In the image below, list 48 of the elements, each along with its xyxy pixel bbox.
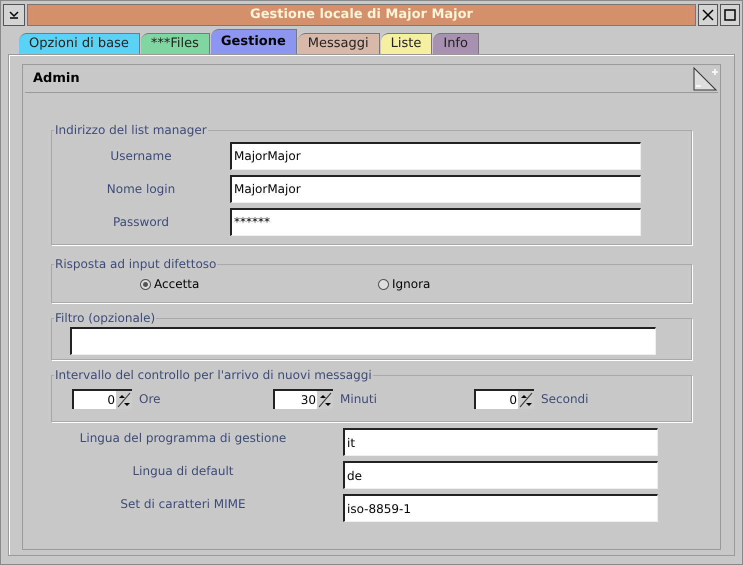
field-label: Username xyxy=(109,148,173,164)
group-label: Risposta ad input difettoso xyxy=(54,256,218,273)
filter-field[interactable] xyxy=(70,327,656,355)
menu-button[interactable] xyxy=(3,4,25,26)
setting-label: Set di caratteri MIME xyxy=(119,496,247,513)
spinner-arrows-icon[interactable] xyxy=(518,391,534,409)
unit-label: Ore xyxy=(139,391,160,408)
tab[interactable]: Messaggi xyxy=(298,33,380,54)
spinner-arrows-icon[interactable] xyxy=(116,391,132,409)
spin-box[interactable]: 0 xyxy=(72,389,132,409)
group-label: Filtro (opzionale) xyxy=(54,310,156,327)
unit-label: Minuti xyxy=(340,391,377,408)
spin-value: 0 xyxy=(106,392,116,409)
tab[interactable]: Liste xyxy=(380,33,432,54)
spin-value: 0 xyxy=(508,392,518,409)
text-field[interactable]: MajorMajor xyxy=(230,142,641,170)
field-label: Password xyxy=(112,214,170,230)
setting-label: Lingua del programma di gestione xyxy=(78,430,288,447)
section-title: Admin xyxy=(33,70,80,88)
setting-label: Lingua di default xyxy=(131,463,234,480)
window-title: Gestione locale di Major Major xyxy=(27,4,696,26)
spinner-arrows-icon[interactable] xyxy=(317,391,333,409)
close-icon xyxy=(702,9,714,21)
radio-button[interactable] xyxy=(378,278,389,290)
spin-value: 30 xyxy=(300,392,317,409)
text-field[interactable]: iso-8859-1 xyxy=(343,494,658,522)
field-label: Nome login xyxy=(106,180,176,198)
spin-box[interactable]: 30 xyxy=(273,389,333,409)
radio-option[interactable]: Ignora xyxy=(378,275,430,293)
maximize-icon xyxy=(724,9,736,21)
tab[interactable]: Info xyxy=(433,33,479,54)
text-field[interactable]: de xyxy=(343,461,658,489)
radio-option[interactable]: Accetta xyxy=(140,275,378,293)
radio-button[interactable] xyxy=(140,278,151,290)
tab[interactable]: Opzioni di base xyxy=(19,33,140,54)
spin-box[interactable]: 0 xyxy=(474,389,534,409)
text-field[interactable]: it xyxy=(343,428,658,456)
tab[interactable]: Gestione xyxy=(210,29,297,54)
group-label: Intervallo del controllo per l'arrivo di nuovi messaggi xyxy=(54,367,373,384)
close-button[interactable] xyxy=(698,4,718,26)
group-label: Indirizzo del list manager xyxy=(54,122,208,139)
text-field[interactable]: ****** xyxy=(230,208,641,236)
text-field[interactable]: MajorMajor xyxy=(230,174,641,202)
page-corner-icon[interactable] xyxy=(692,66,718,92)
caret-icon xyxy=(8,10,20,20)
tab[interactable]: ***Files xyxy=(140,33,210,54)
maximize-button[interactable] xyxy=(720,4,740,26)
unit-label: Secondi xyxy=(541,391,588,408)
